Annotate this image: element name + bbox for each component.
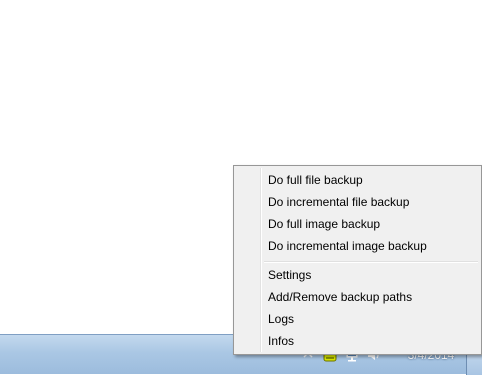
menu-item-infos[interactable]: Infos: [236, 330, 479, 352]
menu-item-full-image-backup[interactable]: Do full image backup: [236, 213, 479, 235]
menu-item-logs[interactable]: Logs: [236, 308, 479, 330]
menu-separator: [264, 261, 478, 263]
tray-context-menu: Do full file backup Do incremental file …: [233, 165, 482, 355]
menu-item-add-remove-backup-paths[interactable]: Add/Remove backup paths: [236, 286, 479, 308]
menu-item-full-file-backup[interactable]: Do full file backup: [236, 169, 479, 191]
menu-item-incremental-image-backup[interactable]: Do incremental image backup: [236, 235, 479, 257]
menu-item-incremental-file-backup[interactable]: Do incremental file backup: [236, 191, 479, 213]
menu-item-settings[interactable]: Settings: [236, 264, 479, 286]
